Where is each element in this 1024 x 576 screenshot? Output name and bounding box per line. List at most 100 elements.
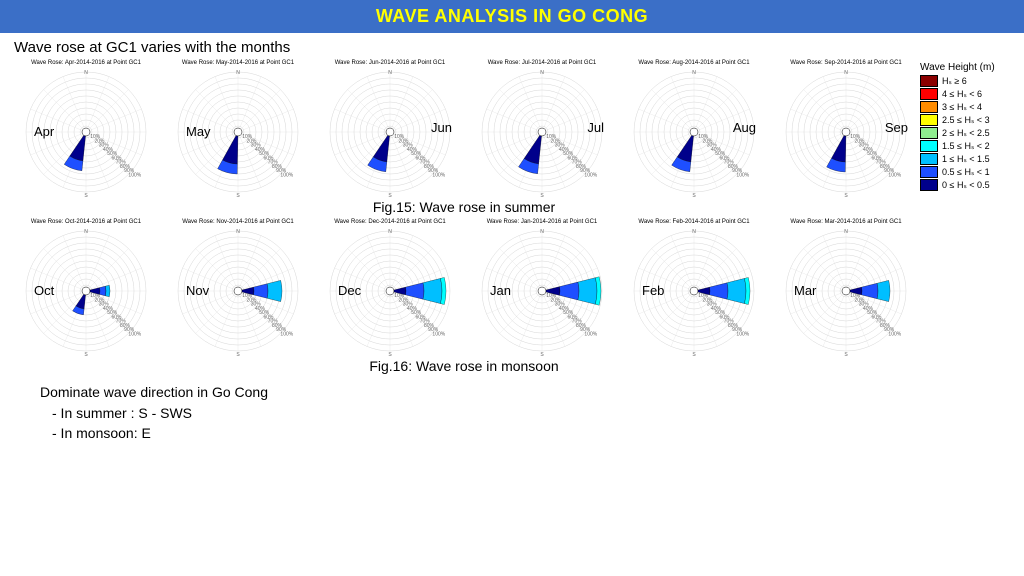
legend-swatch [920, 75, 938, 87]
svg-text:S: S [844, 193, 848, 197]
legend-swatch [920, 101, 938, 113]
content: Wave Rose: Apr-2014-2016 at Point GC1 N S 1… [0, 60, 1024, 378]
svg-text:N: N [540, 229, 544, 235]
legend-swatch [920, 140, 938, 152]
svg-text:100%: 100% [432, 331, 445, 337]
svg-text:100%: 100% [584, 331, 597, 337]
month-label: Aug [733, 120, 756, 135]
rose-cell: Wave Rose: Mar-2014-2016 at Point GC1NS1… [772, 219, 920, 356]
svg-text:N: N [236, 229, 240, 235]
legend-swatch [920, 179, 938, 191]
page-title: WAVE ANALYSIS IN GO CONG [376, 6, 648, 26]
rose-title: Wave Rose: Apr-2014-2016 at Point GC1 [31, 60, 141, 66]
svg-text:S: S [692, 193, 696, 197]
rose-title: Wave Rose: Sep-2014-2016 at Point GC1 [790, 60, 902, 66]
dominate-heading: Dominate wave direction in Go Cong [40, 384, 984, 400]
svg-text:S: S [236, 352, 240, 356]
svg-text:100%: 100% [128, 331, 141, 337]
svg-text:100%: 100% [736, 172, 749, 178]
legend-item: 2.5 ≤ Hₛ < 3 [920, 114, 1016, 126]
legend-label: 1.5 ≤ Hₛ < 2 [942, 141, 990, 152]
legend-item: 0 ≤ Hₛ < 0.5 [920, 179, 1016, 191]
svg-text:S: S [540, 352, 544, 356]
svg-text:N: N [388, 229, 392, 235]
svg-text:S: S [540, 193, 544, 197]
legend-label: 0.5 ≤ Hₛ < 1 [942, 167, 990, 178]
legend: Wave Height (m) Hₛ ≥ 64 ≤ Hₛ < 63 ≤ Hₛ <… [920, 60, 1016, 378]
month-label: Sep [885, 120, 908, 135]
legend-swatch [920, 166, 938, 178]
legend-label: 3 ≤ Hₛ < 4 [942, 102, 982, 113]
month-label: Dec [338, 283, 361, 298]
legend-item: 0.5 ≤ Hₛ < 1 [920, 166, 1016, 178]
month-label: Mar [794, 283, 816, 298]
rose-cell: Wave Rose: Aug-2014-2016 at Point GC1 N S 1… [620, 60, 768, 197]
dominate-line: - In monsoon: E [52, 424, 984, 444]
svg-text:N: N [692, 70, 696, 76]
charts-area: Wave Rose: Apr-2014-2016 at Point GC1 N S 1… [8, 60, 920, 378]
svg-text:S: S [692, 352, 696, 356]
rose-cell: Wave Rose: Sep-2014-2016 at Point GC1NS1… [772, 60, 920, 197]
month-label: Nov [186, 283, 209, 298]
rose-cell: Wave Rose: Feb-2014-2016 at Point GC1NS1… [620, 219, 768, 356]
month-label: Oct [34, 283, 54, 298]
rose-title: Wave Rose: Nov-2014-2016 at Point GC1 [182, 219, 294, 225]
legend-label: 4 ≤ Hₛ < 6 [942, 89, 982, 100]
month-label: Feb [642, 283, 664, 298]
svg-text:N: N [84, 70, 88, 76]
svg-text:100%: 100% [280, 331, 293, 337]
svg-text:100%: 100% [888, 331, 901, 337]
legend-label: 1 ≤ Hₛ < 1.5 [942, 154, 990, 165]
rose-cell: Wave Rose: Jan-2014-2016 at Point GC1 N S 1… [468, 219, 616, 356]
svg-text:S: S [388, 193, 392, 197]
rose-cell: Wave Rose: Dec-2014-2016 at Point GC1 N S 1… [316, 219, 464, 356]
page-header: WAVE ANALYSIS IN GO CONG [0, 0, 1024, 33]
rose-title: Wave Rose: Mar-2014-2016 at Point GC1 [790, 219, 901, 225]
rose-cell: Wave Rose: Nov-2014-2016 at Point GC1 N S 1… [164, 219, 312, 356]
rose-cell: Wave Rose: Jun-2014-2016 at Point GC1 N S 1… [316, 60, 464, 197]
legend-label: 2 ≤ Hₛ < 2.5 [942, 128, 990, 139]
legend-swatch [920, 127, 938, 139]
legend-item: 1.5 ≤ Hₛ < 2 [920, 140, 1016, 152]
month-label: Jan [490, 283, 511, 298]
svg-text:N: N [388, 70, 392, 76]
svg-text:S: S [388, 352, 392, 356]
rose-title: Wave Rose: Oct-2014-2016 at Point GC1 [31, 219, 141, 225]
svg-text:S: S [84, 193, 88, 197]
rose-title: Wave Rose: Jan-2014-2016 at Point GC1 [487, 219, 598, 225]
svg-text:100%: 100% [432, 172, 445, 178]
svg-text:N: N [844, 70, 848, 76]
rose-title: Wave Rose: Jul-2014-2016 at Point GC1 [488, 60, 597, 66]
legend-label: 0 ≤ Hₛ < 0.5 [942, 180, 990, 191]
month-label: Jun [431, 120, 452, 135]
svg-text:N: N [236, 70, 240, 76]
svg-text:100%: 100% [584, 172, 597, 178]
svg-text:N: N [84, 229, 88, 235]
subtitle: Wave rose at GC1 varies with the months [0, 33, 1024, 60]
legend-label: 2.5 ≤ Hₛ < 3 [942, 115, 990, 126]
svg-text:S: S [84, 352, 88, 356]
rose-title: Wave Rose: Dec-2014-2016 at Point GC1 [334, 219, 446, 225]
legend-item: Hₛ ≥ 6 [920, 75, 1016, 87]
rose-cell: Wave Rose: Apr-2014-2016 at Point GC1NS1… [12, 60, 160, 197]
rose-title: Wave Rose: May-2014-2016 at Point GC1 [182, 60, 294, 66]
svg-text:N: N [540, 70, 544, 76]
dominate-block: Dominate wave direction in Go Cong - In … [0, 378, 1024, 443]
rose-cell: Wave Rose: May-2014-2016 at Point GC1NS1… [164, 60, 312, 197]
rose-title: Wave Rose: Aug-2014-2016 at Point GC1 [638, 60, 749, 66]
month-label: Jul [587, 120, 604, 135]
svg-text:N: N [692, 229, 696, 235]
svg-text:100%: 100% [736, 331, 749, 337]
row-monsoon: Wave Rose: Oct-2014-2016 at Point GC1 N S 1… [8, 219, 920, 356]
legend-item: 1 ≤ Hₛ < 1.5 [920, 153, 1016, 165]
month-label: Apr [34, 124, 54, 139]
legend-item: 2 ≤ Hₛ < 2.5 [920, 127, 1016, 139]
rose-cell: Wave Rose: Jul-2014-2016 at Point GC1 N S 1… [468, 60, 616, 197]
caption-summer: Fig.15: Wave rose in summer [8, 199, 920, 215]
legend-item: 4 ≤ Hₛ < 6 [920, 88, 1016, 100]
rose-title: Wave Rose: Jun-2014-2016 at Point GC1 [335, 60, 446, 66]
legend-item: 3 ≤ Hₛ < 4 [920, 101, 1016, 113]
caption-monsoon: Fig.16: Wave rose in monsoon [8, 358, 920, 374]
dominate-line: - In summer : S - SWS [52, 404, 984, 424]
svg-text:100%: 100% [280, 172, 293, 178]
